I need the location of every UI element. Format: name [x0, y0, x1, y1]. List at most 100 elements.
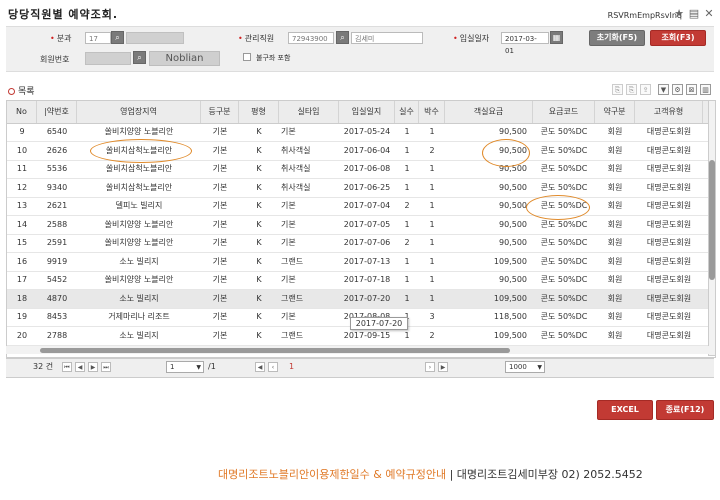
table-row[interactable]: 14 2588 쏠비치양양 노블리안 기본 K 기본 2017-07-05 1 1 90,500 콘… [7, 216, 715, 235]
grid-layout-icon[interactable]: ▥ [700, 84, 711, 95]
cell-nights: 1 [429, 275, 435, 284]
cell-rate-code: 콘도 50%DC [540, 164, 588, 173]
col-header-nights[interactable]: 박수 [419, 101, 445, 123]
division-search-button[interactable]: ⌕ [111, 31, 124, 44]
filter-icon[interactable]: ▼ [658, 84, 669, 95]
cell-room-rate: 90,500 [499, 182, 527, 192]
table-row[interactable]: 15 2591 쏠비치양양 노블리안 기본 K 기본 2017-07-06 2 1 90,500 콘… [7, 234, 715, 253]
table-row[interactable]: 11 5536 쏠비치삼척노블리안 기본 K 취사객실 2017-06-08 1 1 90,500… [7, 160, 715, 179]
cell-customer-type: 대명콘도회원 [646, 330, 692, 340]
staff-name-input[interactable]: 김세미 [351, 32, 423, 44]
star-icon[interactable]: ★ [673, 8, 685, 20]
col-header-size[interactable]: 평형 [239, 101, 279, 123]
col-header-reservation-no[interactable]: |약번호 [37, 101, 77, 123]
col-header-checkin[interactable]: 입실일지 [339, 101, 395, 123]
next-page-button[interactable]: ▶ [88, 362, 98, 372]
col-header-room-type[interactable]: 실타입 [279, 101, 339, 123]
cell-size: K [256, 219, 262, 229]
excel-button[interactable]: EXCEL [597, 400, 653, 420]
reset-button[interactable]: 초기화(F5) [589, 30, 645, 46]
cell-type: 기본 [212, 293, 228, 303]
cell-rooms: 1 [404, 275, 410, 284]
grid-copy-icon[interactable]: ⎘ [612, 84, 623, 95]
cell-rate-code: 콘도 50%DC [540, 330, 588, 340]
annotation-oval-rate-code [526, 195, 590, 220]
pager-next-button[interactable]: › [425, 362, 435, 372]
grid-export-icon[interactable]: ⇪ [640, 84, 651, 95]
page-select[interactable]: 1 ▼ [166, 361, 204, 373]
staff-code-input[interactable]: 72943900 [288, 32, 334, 44]
table-row[interactable]: 12 9340 쏠비치삼척노블리안 기본 K 취사객실 2017-06-25 1 1 90,500… [7, 179, 715, 198]
close-icon[interactable]: ✕ [703, 8, 715, 20]
vertical-scroll-thumb[interactable] [709, 160, 715, 280]
col-header-no[interactable]: No [7, 101, 37, 123]
first-page-button[interactable]: ⏮ [62, 362, 72, 372]
cell-rate-code: 콘도 50%DC [540, 182, 588, 192]
cell-region: 쏠비치삼척노블리안 [105, 182, 173, 192]
cell-room-rate: 118,500 [493, 312, 527, 321]
cell-booking-type: 회원 [607, 145, 623, 155]
date-tooltip: 2017-07-20 [350, 317, 408, 330]
cell-rate-code: 콘도 50%DC [540, 275, 588, 284]
member-number-input[interactable] [85, 52, 131, 65]
cell-customer-type: 대명콘도회원 [646, 256, 692, 266]
table-row[interactable]: 9 6540 쏠비치양양 노블리안 기본 K 기본 2017-05-24 1 1 90,500 콘도… [7, 123, 715, 142]
cell-room-rate: 90,500 [499, 275, 527, 284]
cell-rooms: 1 [404, 164, 410, 173]
cell-no: 11 [16, 164, 28, 173]
calendar-button[interactable]: ▦ [550, 31, 563, 44]
cell-room-rate: 109,500 [493, 256, 527, 266]
include-checkbox[interactable] [243, 53, 251, 61]
cell-room-type: 기본 [281, 201, 296, 210]
page-size-select[interactable]: 1000 ▼ [505, 361, 545, 373]
cell-type: 기본 [212, 201, 228, 210]
current-page-link[interactable]: 1 [289, 362, 294, 371]
cell-customer-type: 대명콘도회원 [646, 145, 692, 155]
footer-policy-link[interactable]: 대명리조트노블리안이용제한일수 & 예약규정안내 [218, 468, 446, 481]
cell-no: 16 [16, 256, 28, 266]
col-header-region[interactable]: 영업장지역 [77, 101, 201, 123]
col-header-room-rate[interactable]: 객실요금 [445, 101, 533, 123]
cell-room-type: 그랜드 [281, 330, 304, 340]
table-row[interactable]: 17 5452 쏠비치양양 노블리안 기본 K 기본 2017-07-18 1 1 90,500 콘… [7, 271, 715, 290]
col-header-booking-type[interactable]: 약구분 [595, 101, 635, 123]
close-button[interactable]: 종료(F12) [656, 400, 714, 420]
pager-prev-block-button[interactable]: ◀ [255, 362, 265, 372]
member-search-button[interactable]: ⌕ [133, 51, 146, 64]
grid-paste-icon[interactable]: ⎘ [626, 84, 637, 95]
grid-header: No |약번호 영업장지역 등구분 평형 실타입 입실일지 실수 박수 객실요금… [7, 101, 715, 124]
col-header-rooms[interactable]: 실수 [395, 101, 419, 123]
cell-room-rate: 90,500 [499, 238, 527, 247]
col-header-type[interactable]: 등구분 [201, 101, 239, 123]
cell-size: K [256, 127, 262, 136]
cell-nights: 1 [429, 182, 435, 192]
cell-no: 17 [16, 275, 28, 284]
menu-icon[interactable]: ▤ [688, 8, 700, 20]
col-header-rate-code[interactable]: 요금코드 [533, 101, 595, 123]
cell-booking-type: 회원 [607, 164, 623, 173]
pager-prev-button[interactable]: ‹ [268, 362, 278, 372]
col-header-customer-type[interactable]: 고객유형 [635, 101, 703, 123]
staff-label: • 관리직원 [238, 34, 275, 43]
cell-rate-code: 콘도 50%DC [540, 312, 588, 321]
cell-room-rate: 109,500 [493, 293, 527, 303]
checkin-date-input[interactable]: 2017-03-01 [501, 32, 549, 55]
cell-size: K [256, 182, 262, 192]
cell-type: 기본 [212, 312, 228, 321]
horizontal-scroll-thumb[interactable] [40, 348, 510, 353]
page-title: 당당직원별 예약조회. [8, 8, 119, 21]
prev-page-button[interactable]: ◀ [75, 362, 85, 372]
cell-checkin: 2017-05-24 [343, 127, 391, 136]
last-page-button[interactable]: ⏭ [101, 362, 111, 372]
table-row[interactable]: 18 4870 소노 빌리지 기본 K 그랜드 2017-07-20 1 1 109,500 콘도 … [7, 289, 715, 309]
member-label: 회원번호 [40, 55, 70, 64]
search-button[interactable]: 조회(F3) [650, 30, 706, 46]
table-row[interactable]: 16 9919 소노 빌리지 기본 K 그랜드 2017-07-13 1 1 109,500 콘도 … [7, 253, 715, 272]
table-row[interactable]: 13 2621 델피노 빌리지 기본 K 기본 2017-07-04 2 1 90,500 콘도 5… [7, 197, 715, 216]
cell-reservation-no: 9919 [46, 256, 68, 266]
grid-settings-icon[interactable]: ⚙ [672, 84, 683, 95]
staff-search-button[interactable]: ⌕ [336, 31, 349, 44]
division-input[interactable]: 17 [85, 32, 111, 44]
grid-clear-icon[interactable]: ⊠ [686, 84, 697, 95]
pager-next-block-button[interactable]: ▶ [438, 362, 448, 372]
